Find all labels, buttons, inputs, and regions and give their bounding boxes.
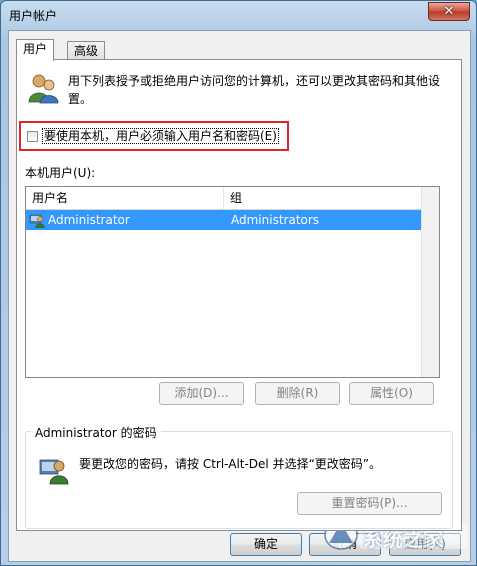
password-group-title: Administrator 的密码 [31, 424, 161, 441]
user-key-icon [39, 459, 69, 485]
remove-user-button[interactable]: 删除(R) [255, 382, 340, 405]
listview-scrollbar[interactable] [421, 187, 439, 377]
local-users-label: 本机用户(U): [25, 166, 96, 180]
user-name-cell: Administrator [48, 213, 130, 227]
column-username[interactable]: 用户名 [26, 187, 224, 209]
ok-button[interactable]: 确定 [230, 533, 302, 556]
close-icon: ✕ [443, 4, 455, 19]
users-listview[interactable]: 用户名 组 Administrator Administrators [25, 186, 440, 378]
tab-users-label: 用户 [23, 42, 48, 56]
add-user-button[interactable]: 添加(D)... [159, 382, 244, 405]
table-row[interactable]: Administrator Administrators [26, 210, 424, 230]
user-icon [29, 214, 45, 228]
tab-advanced-label: 高级 [74, 44, 99, 58]
users-icon [28, 74, 59, 104]
close-button[interactable]: ✕ [428, 2, 470, 21]
reset-password-button[interactable]: 重置密码(P)... [297, 492, 442, 515]
user-accounts-window: 用户帐户 ✕ 用户 高级 用下列表授予或拒绝用户访问您的计算机，还可以更改其密码… [0, 0, 477, 566]
require-password-label[interactable]: 要使用本机，用户必须输入用户名和密码(E) [42, 128, 279, 144]
tab-advanced[interactable]: 高级 [67, 41, 106, 60]
description-text: 用下列表授予或拒绝用户访问您的计算机，还可以更改其密码和其他设置。 [68, 74, 441, 106]
column-group[interactable]: 组 [224, 187, 424, 209]
properties-button[interactable]: 属性(O) [349, 382, 434, 405]
title-bar[interactable]: 用户帐户 ✕ [1, 1, 476, 29]
user-group-cell: Administrators [231, 213, 320, 227]
listview-header: 用户名 组 [26, 187, 439, 210]
users-tab-panel: 用下列表授予或拒绝用户访问您的计算机，还可以更改其密码和其他设置。 要使用本机，… [16, 59, 462, 531]
password-instructions: 要更改您的密码，请按 Ctrl-Alt-Del 并选择“更改密码”。 [79, 457, 382, 471]
tab-users[interactable]: 用户 [16, 39, 55, 61]
dialog-client-area: 用户 高级 用下列表授予或拒绝用户访问您的计算机，还可以更改其密码和其他设置。 … [8, 30, 471, 562]
window-title: 用户帐户 [9, 9, 58, 23]
require-password-checkbox[interactable] [27, 131, 38, 142]
